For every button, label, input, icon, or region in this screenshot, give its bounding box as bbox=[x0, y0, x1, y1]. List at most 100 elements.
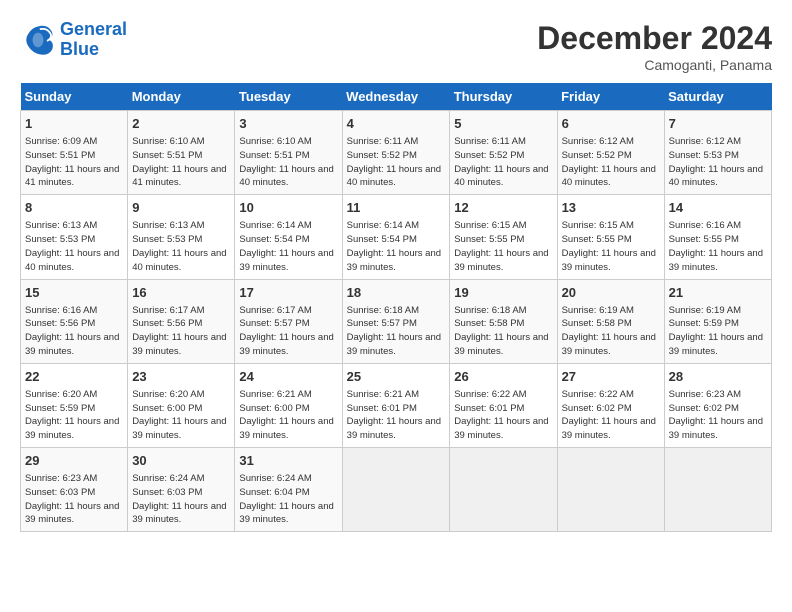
day-info: Sunrise: 6:23 AM Sunset: 6:03 PM Dayligh… bbox=[25, 472, 123, 527]
day-info: Sunrise: 6:18 AM Sunset: 5:57 PM Dayligh… bbox=[347, 304, 446, 359]
column-header-thursday: Thursday bbox=[450, 83, 557, 111]
day-cell: 17 Sunrise: 6:17 AM Sunset: 5:57 PM Dayl… bbox=[235, 279, 342, 363]
day-info: Sunrise: 6:19 AM Sunset: 5:58 PM Dayligh… bbox=[562, 304, 660, 359]
day-cell bbox=[557, 448, 664, 532]
column-header-monday: Monday bbox=[128, 83, 235, 111]
day-number: 18 bbox=[347, 284, 446, 302]
day-number: 6 bbox=[562, 115, 660, 133]
logo-icon bbox=[20, 22, 56, 58]
day-cell: 2 Sunrise: 6:10 AM Sunset: 5:51 PM Dayli… bbox=[128, 111, 235, 195]
day-cell: 13 Sunrise: 6:15 AM Sunset: 5:55 PM Dayl… bbox=[557, 195, 664, 279]
day-cell: 10 Sunrise: 6:14 AM Sunset: 5:54 PM Dayl… bbox=[235, 195, 342, 279]
logo: General Blue bbox=[20, 20, 127, 60]
day-info: Sunrise: 6:11 AM Sunset: 5:52 PM Dayligh… bbox=[454, 135, 552, 190]
day-number: 31 bbox=[239, 452, 337, 470]
day-info: Sunrise: 6:23 AM Sunset: 6:02 PM Dayligh… bbox=[669, 388, 767, 443]
day-number: 17 bbox=[239, 284, 337, 302]
logo-text: General Blue bbox=[60, 20, 127, 60]
day-number: 23 bbox=[132, 368, 230, 386]
day-info: Sunrise: 6:10 AM Sunset: 5:51 PM Dayligh… bbox=[239, 135, 337, 190]
day-cell: 31 Sunrise: 6:24 AM Sunset: 6:04 PM Dayl… bbox=[235, 448, 342, 532]
day-cell: 12 Sunrise: 6:15 AM Sunset: 5:55 PM Dayl… bbox=[450, 195, 557, 279]
day-number: 14 bbox=[669, 199, 767, 217]
day-number: 29 bbox=[25, 452, 123, 470]
day-cell: 9 Sunrise: 6:13 AM Sunset: 5:53 PM Dayli… bbox=[128, 195, 235, 279]
day-info: Sunrise: 6:16 AM Sunset: 5:56 PM Dayligh… bbox=[25, 304, 123, 359]
day-info: Sunrise: 6:18 AM Sunset: 5:58 PM Dayligh… bbox=[454, 304, 552, 359]
day-cell: 7 Sunrise: 6:12 AM Sunset: 5:53 PM Dayli… bbox=[664, 111, 771, 195]
day-info: Sunrise: 6:13 AM Sunset: 5:53 PM Dayligh… bbox=[132, 219, 230, 274]
day-cell: 8 Sunrise: 6:13 AM Sunset: 5:53 PM Dayli… bbox=[21, 195, 128, 279]
day-number: 16 bbox=[132, 284, 230, 302]
day-cell: 3 Sunrise: 6:10 AM Sunset: 5:51 PM Dayli… bbox=[235, 111, 342, 195]
day-cell bbox=[664, 448, 771, 532]
week-row-4: 22 Sunrise: 6:20 AM Sunset: 5:59 PM Dayl… bbox=[21, 363, 772, 447]
day-cell: 26 Sunrise: 6:22 AM Sunset: 6:01 PM Dayl… bbox=[450, 363, 557, 447]
day-info: Sunrise: 6:21 AM Sunset: 6:01 PM Dayligh… bbox=[347, 388, 446, 443]
day-cell: 29 Sunrise: 6:23 AM Sunset: 6:03 PM Dayl… bbox=[21, 448, 128, 532]
day-cell: 21 Sunrise: 6:19 AM Sunset: 5:59 PM Dayl… bbox=[664, 279, 771, 363]
column-header-saturday: Saturday bbox=[664, 83, 771, 111]
calendar-table: SundayMondayTuesdayWednesdayThursdayFrid… bbox=[20, 83, 772, 532]
day-cell: 4 Sunrise: 6:11 AM Sunset: 5:52 PM Dayli… bbox=[342, 111, 450, 195]
week-row-5: 29 Sunrise: 6:23 AM Sunset: 6:03 PM Dayl… bbox=[21, 448, 772, 532]
day-cell: 14 Sunrise: 6:16 AM Sunset: 5:55 PM Dayl… bbox=[664, 195, 771, 279]
day-info: Sunrise: 6:20 AM Sunset: 6:00 PM Dayligh… bbox=[132, 388, 230, 443]
day-cell: 18 Sunrise: 6:18 AM Sunset: 5:57 PM Dayl… bbox=[342, 279, 450, 363]
day-cell: 23 Sunrise: 6:20 AM Sunset: 6:00 PM Dayl… bbox=[128, 363, 235, 447]
day-number: 19 bbox=[454, 284, 552, 302]
day-number: 24 bbox=[239, 368, 337, 386]
day-cell bbox=[450, 448, 557, 532]
day-cell bbox=[342, 448, 450, 532]
day-number: 5 bbox=[454, 115, 552, 133]
day-cell: 28 Sunrise: 6:23 AM Sunset: 6:02 PM Dayl… bbox=[664, 363, 771, 447]
calendar-body: 1 Sunrise: 6:09 AM Sunset: 5:51 PM Dayli… bbox=[21, 111, 772, 532]
day-number: 15 bbox=[25, 284, 123, 302]
day-info: Sunrise: 6:22 AM Sunset: 6:01 PM Dayligh… bbox=[454, 388, 552, 443]
day-number: 21 bbox=[669, 284, 767, 302]
column-header-friday: Friday bbox=[557, 83, 664, 111]
day-info: Sunrise: 6:24 AM Sunset: 6:04 PM Dayligh… bbox=[239, 472, 337, 527]
day-info: Sunrise: 6:14 AM Sunset: 5:54 PM Dayligh… bbox=[239, 219, 337, 274]
calendar-header-row: SundayMondayTuesdayWednesdayThursdayFrid… bbox=[21, 83, 772, 111]
week-row-3: 15 Sunrise: 6:16 AM Sunset: 5:56 PM Dayl… bbox=[21, 279, 772, 363]
day-number: 9 bbox=[132, 199, 230, 217]
column-header-sunday: Sunday bbox=[21, 83, 128, 111]
day-cell: 5 Sunrise: 6:11 AM Sunset: 5:52 PM Dayli… bbox=[450, 111, 557, 195]
day-info: Sunrise: 6:24 AM Sunset: 6:03 PM Dayligh… bbox=[132, 472, 230, 527]
day-info: Sunrise: 6:12 AM Sunset: 5:52 PM Dayligh… bbox=[562, 135, 660, 190]
column-header-tuesday: Tuesday bbox=[235, 83, 342, 111]
week-row-1: 1 Sunrise: 6:09 AM Sunset: 5:51 PM Dayli… bbox=[21, 111, 772, 195]
day-cell: 19 Sunrise: 6:18 AM Sunset: 5:58 PM Dayl… bbox=[450, 279, 557, 363]
month-title: December 2024 bbox=[537, 20, 772, 57]
day-info: Sunrise: 6:09 AM Sunset: 5:51 PM Dayligh… bbox=[25, 135, 123, 190]
day-info: Sunrise: 6:15 AM Sunset: 5:55 PM Dayligh… bbox=[562, 219, 660, 274]
day-cell: 25 Sunrise: 6:21 AM Sunset: 6:01 PM Dayl… bbox=[342, 363, 450, 447]
day-number: 2 bbox=[132, 115, 230, 133]
day-cell: 15 Sunrise: 6:16 AM Sunset: 5:56 PM Dayl… bbox=[21, 279, 128, 363]
column-header-wednesday: Wednesday bbox=[342, 83, 450, 111]
day-number: 22 bbox=[25, 368, 123, 386]
title-block: December 2024 Camoganti, Panama bbox=[537, 20, 772, 73]
day-cell: 6 Sunrise: 6:12 AM Sunset: 5:52 PM Dayli… bbox=[557, 111, 664, 195]
day-info: Sunrise: 6:14 AM Sunset: 5:54 PM Dayligh… bbox=[347, 219, 446, 274]
day-number: 12 bbox=[454, 199, 552, 217]
day-number: 25 bbox=[347, 368, 446, 386]
day-info: Sunrise: 6:17 AM Sunset: 5:56 PM Dayligh… bbox=[132, 304, 230, 359]
day-number: 8 bbox=[25, 199, 123, 217]
day-cell: 30 Sunrise: 6:24 AM Sunset: 6:03 PM Dayl… bbox=[128, 448, 235, 532]
week-row-2: 8 Sunrise: 6:13 AM Sunset: 5:53 PM Dayli… bbox=[21, 195, 772, 279]
day-number: 13 bbox=[562, 199, 660, 217]
day-info: Sunrise: 6:17 AM Sunset: 5:57 PM Dayligh… bbox=[239, 304, 337, 359]
day-cell: 1 Sunrise: 6:09 AM Sunset: 5:51 PM Dayli… bbox=[21, 111, 128, 195]
day-cell: 20 Sunrise: 6:19 AM Sunset: 5:58 PM Dayl… bbox=[557, 279, 664, 363]
day-cell: 24 Sunrise: 6:21 AM Sunset: 6:00 PM Dayl… bbox=[235, 363, 342, 447]
day-info: Sunrise: 6:10 AM Sunset: 5:51 PM Dayligh… bbox=[132, 135, 230, 190]
day-number: 1 bbox=[25, 115, 123, 133]
day-number: 27 bbox=[562, 368, 660, 386]
day-number: 4 bbox=[347, 115, 446, 133]
day-cell: 11 Sunrise: 6:14 AM Sunset: 5:54 PM Dayl… bbox=[342, 195, 450, 279]
day-number: 10 bbox=[239, 199, 337, 217]
day-info: Sunrise: 6:15 AM Sunset: 5:55 PM Dayligh… bbox=[454, 219, 552, 274]
day-number: 28 bbox=[669, 368, 767, 386]
